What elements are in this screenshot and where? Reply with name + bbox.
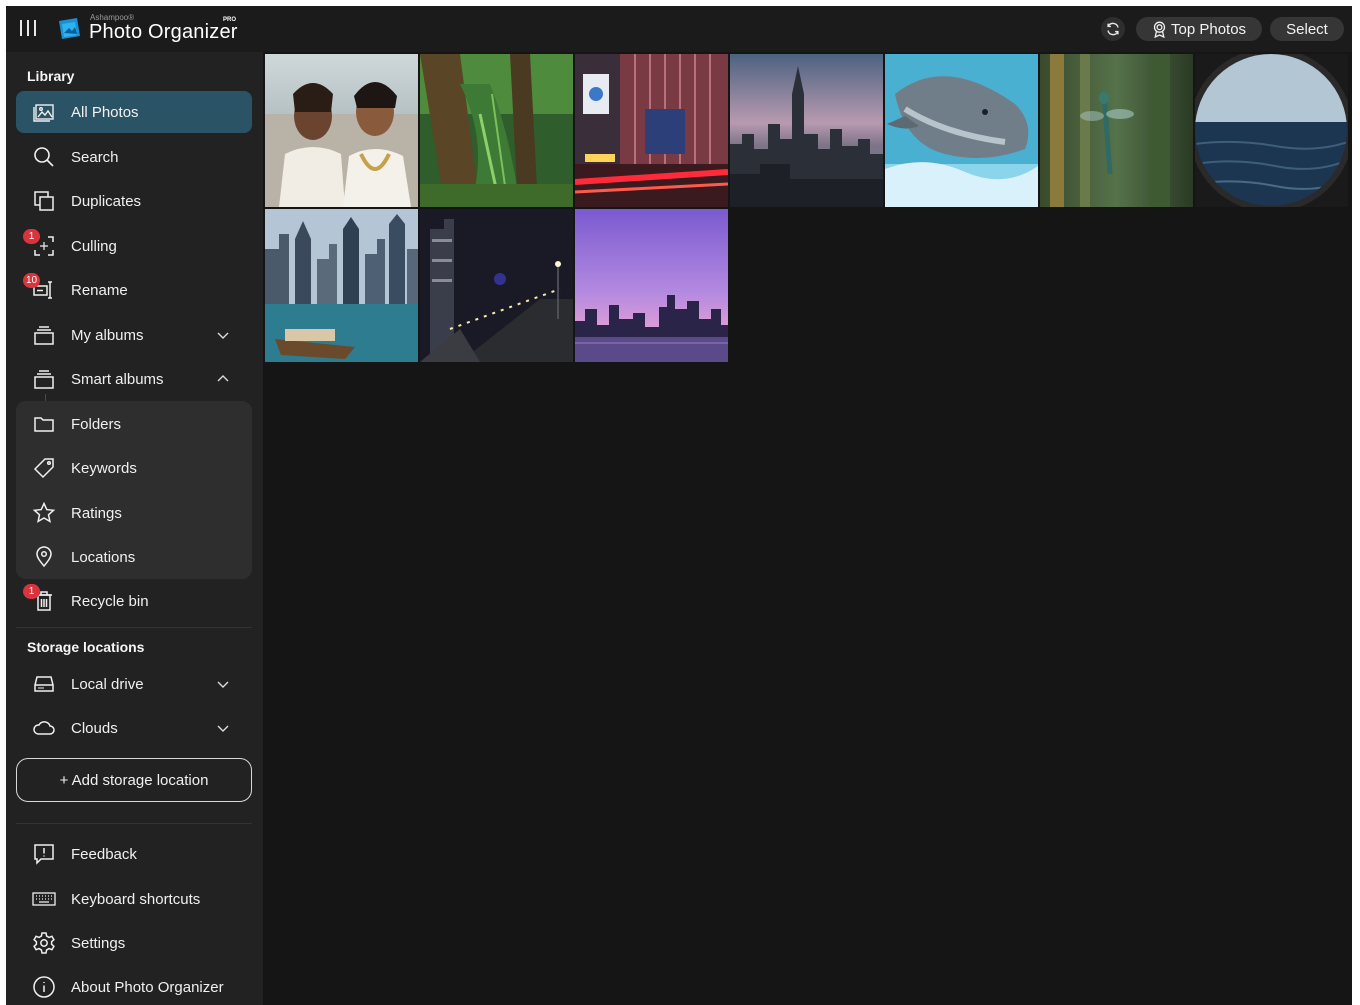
divider [16,823,252,824]
app-window: Ashampoo® Photo Organizer PRO Top Photos… [6,6,1352,1005]
app-logo-icon [59,18,80,39]
sidebar-item-label: Smart albums [71,370,164,388]
chevron-down-icon[interactable] [216,328,230,342]
select-button[interactable]: Select [1270,17,1344,41]
duplicates-icon [34,191,54,211]
app-title: Photo Organizer [89,21,238,43]
folder-icon [34,417,54,432]
star-icon [32,501,56,523]
smart-album-icon [34,370,54,389]
sidebar-item-label: Feedback [71,845,137,863]
sidebar-item-label: Rename [71,281,128,299]
sidebar-item-duplicates[interactable]: Duplicates [16,180,252,222]
ocean-porthole-photo [1195,54,1348,207]
album-icon [34,326,54,345]
location-pin-icon [36,546,52,568]
sidebar: Library All Photos Search Duplicates 1 C… [6,52,263,1005]
couple-portrait-photo [265,54,418,207]
sidebar-item-label: Clouds [71,719,118,737]
top-photos-label: Top Photos [1171,20,1247,38]
photo-thumbnail-city-street[interactable] [575,54,728,207]
forest-trees-photo [420,54,573,207]
gear-icon [33,932,55,954]
sidebar-item-label: About Photo Organizer [71,978,224,996]
sidebar-item-folders[interactable]: Folders [16,403,252,445]
sidebar-item-label: Local drive [71,675,144,693]
chevron-down-icon[interactable] [216,721,230,735]
sidebar-item-recycle-bin[interactable]: 1 Recycle bin [16,580,252,622]
search-icon [34,147,54,167]
cloud-icon [33,721,55,735]
sidebar-item-search[interactable]: Search [16,136,252,178]
sidebar-item-label: Search [71,148,119,166]
sidebar-item-label: Ratings [71,504,122,522]
sidebar-item-label: My albums [71,326,144,344]
dolphin-photo [885,54,1038,207]
sidebar-item-local-drive[interactable]: Local drive [16,663,252,705]
keyboard-icon [32,892,56,906]
sidebar-item-feedback[interactable]: Feedback [16,833,252,875]
sidebar-item-about[interactable]: About Photo Organizer [16,966,252,1005]
drive-icon [34,676,54,692]
sidebar-item-label: Keywords [71,459,137,477]
sidebar-item-keywords[interactable]: Keywords [16,447,252,489]
add-storage-location-button[interactable]: + Add storage location [16,758,252,802]
photo-thumbnail-harbor[interactable] [265,209,418,362]
sidebar-item-label: Keyboard shortcuts [71,890,201,908]
city-neon-street-photo [575,54,728,207]
photos-icon [33,104,54,122]
award-icon [1153,21,1166,38]
sidebar-item-label: Folders [71,415,122,433]
info-icon [33,976,55,998]
sidebar-item-label: All Photos [71,103,139,121]
sidebar-item-my-albums[interactable]: My albums [16,314,252,356]
photo-thumbnail-forest[interactable] [420,54,573,207]
sidebar-item-label: Culling [71,237,117,255]
photo-thumbnail-dragonfly[interactable] [1040,54,1193,207]
top-photos-button[interactable]: Top Photos [1136,17,1262,41]
sidebar-item-label: Recycle bin [71,592,149,610]
sync-icon [1107,22,1119,36]
sidebar-item-smart-albums[interactable]: Smart albums [16,358,252,400]
edition-badge: PRO [223,17,237,23]
feedback-icon [34,844,54,865]
title-bar: Ashampoo® Photo Organizer PRO Top Photos… [6,6,1352,52]
culling-badge: 1 [23,229,40,244]
tag-icon [33,458,54,479]
library-heading: Library [27,68,75,84]
recycle-bin-badge: 1 [23,584,40,599]
rename-badge: 10 [23,273,41,288]
sidebar-item-label: Settings [71,934,126,952]
photo-grid [263,52,1352,1005]
storage-heading: Storage locations [27,639,145,655]
photo-thumbnail-couple[interactable] [265,54,418,207]
sync-button[interactable] [1101,17,1125,41]
harbor-skyscrapers-photo [265,209,418,362]
sidebar-item-rename[interactable]: 10 Rename [16,269,252,311]
dragonfly-photo [1040,54,1193,207]
chevron-down-icon[interactable] [216,677,230,691]
purple-skyline-photo [575,209,728,362]
photo-thumbnail-purple-skyline[interactable] [575,209,728,362]
sidebar-item-clouds[interactable]: Clouds [16,707,252,749]
sidebar-item-label: Locations [71,548,136,566]
sidebar-item-all-photos[interactable]: All Photos [16,91,252,133]
sidebar-item-label: Duplicates [71,192,142,210]
sidebar-item-locations[interactable]: Locations [16,536,252,578]
night-promenade-photo [420,209,573,362]
skyline-dusk-photo [730,54,883,207]
menu-toggle-icon[interactable] [20,20,36,36]
photo-thumbnail-skyline[interactable] [730,54,883,207]
photo-thumbnail-dolphin[interactable] [885,54,1038,207]
divider [16,627,252,628]
chevron-up-icon[interactable] [216,372,230,386]
photo-thumbnail-porthole[interactable] [1195,54,1348,207]
sidebar-item-ratings[interactable]: Ratings [16,492,252,534]
photo-thumbnail-promenade[interactable] [420,209,573,362]
sidebar-item-settings[interactable]: Settings [16,922,252,964]
sidebar-item-culling[interactable]: 1 Culling [16,225,252,267]
sidebar-item-keyboard-shortcuts[interactable]: Keyboard shortcuts [16,878,252,920]
